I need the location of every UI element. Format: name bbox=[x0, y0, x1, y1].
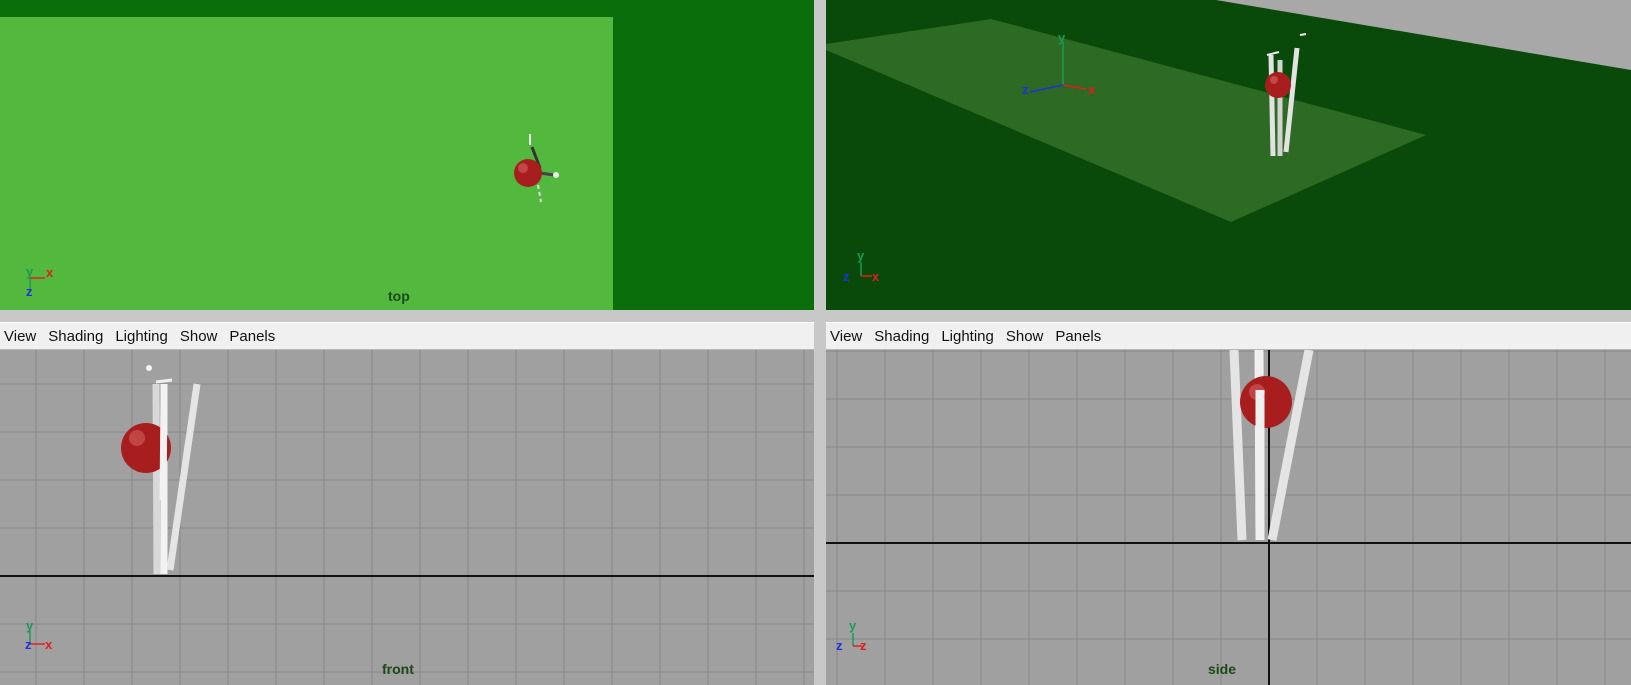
svg-text:z: z bbox=[25, 637, 32, 652]
viewport-top-canvas[interactable]: y x z bbox=[0, 0, 814, 310]
camera-label-side: side bbox=[1208, 661, 1237, 677]
svg-text:z: z bbox=[843, 269, 850, 284]
svg-text:x: x bbox=[872, 269, 880, 284]
svg-text:z: z bbox=[26, 284, 33, 299]
svg-text:z: z bbox=[1022, 82, 1029, 97]
menu-view[interactable]: View bbox=[4, 328, 36, 345]
viewport-persp-canvas[interactable]: y x z y x z bbox=[826, 0, 1631, 310]
viewport-front[interactable]: y x z front bbox=[0, 350, 814, 685]
menu-lighting[interactable]: Lighting bbox=[115, 328, 168, 345]
svg-text:z: z bbox=[836, 638, 843, 653]
panel-menubar-side: View Shading Lighting Show Panels bbox=[826, 322, 1631, 350]
viewport-side[interactable]: y z z side bbox=[826, 350, 1631, 685]
panel-menubar-front: View Shading Lighting Show Panels bbox=[0, 322, 814, 350]
svg-text:y: y bbox=[857, 248, 865, 263]
menu-panels[interactable]: Panels bbox=[1055, 328, 1101, 345]
camera-label-front: front bbox=[382, 661, 414, 677]
menu-shading[interactable]: Shading bbox=[874, 328, 929, 345]
menu-show[interactable]: Show bbox=[180, 328, 218, 345]
ball-icon bbox=[1240, 376, 1292, 428]
viewport-top-pane[interactable]: y x z top bbox=[0, 0, 814, 310]
svg-text:x: x bbox=[46, 265, 54, 280]
viewport-front-canvas[interactable]: y x z bbox=[0, 350, 814, 685]
viewport-side-canvas[interactable]: y z z bbox=[826, 350, 1631, 685]
svg-text:y: y bbox=[849, 618, 857, 633]
menu-show[interactable]: Show bbox=[1006, 328, 1044, 345]
svg-text:x: x bbox=[1088, 82, 1096, 97]
menu-lighting[interactable]: Lighting bbox=[941, 328, 994, 345]
svg-text:y: y bbox=[26, 264, 34, 279]
svg-text:z: z bbox=[860, 638, 867, 653]
camera-label-top: top bbox=[388, 288, 410, 304]
ball-icon bbox=[1265, 72, 1291, 98]
menu-panels[interactable]: Panels bbox=[229, 328, 275, 345]
menu-view[interactable]: View bbox=[830, 328, 862, 345]
svg-text:y: y bbox=[1058, 30, 1066, 45]
svg-text:y: y bbox=[26, 618, 34, 633]
viewport-side-pane[interactable]: View Shading Lighting Show Panels y z z … bbox=[826, 322, 1631, 685]
menu-shading[interactable]: Shading bbox=[48, 328, 103, 345]
viewport-front-pane[interactable]: View Shading Lighting Show Panels y x z … bbox=[0, 322, 814, 685]
viewport-persp-pane[interactable]: y x z y x z bbox=[826, 0, 1631, 310]
svg-text:x: x bbox=[45, 637, 53, 652]
